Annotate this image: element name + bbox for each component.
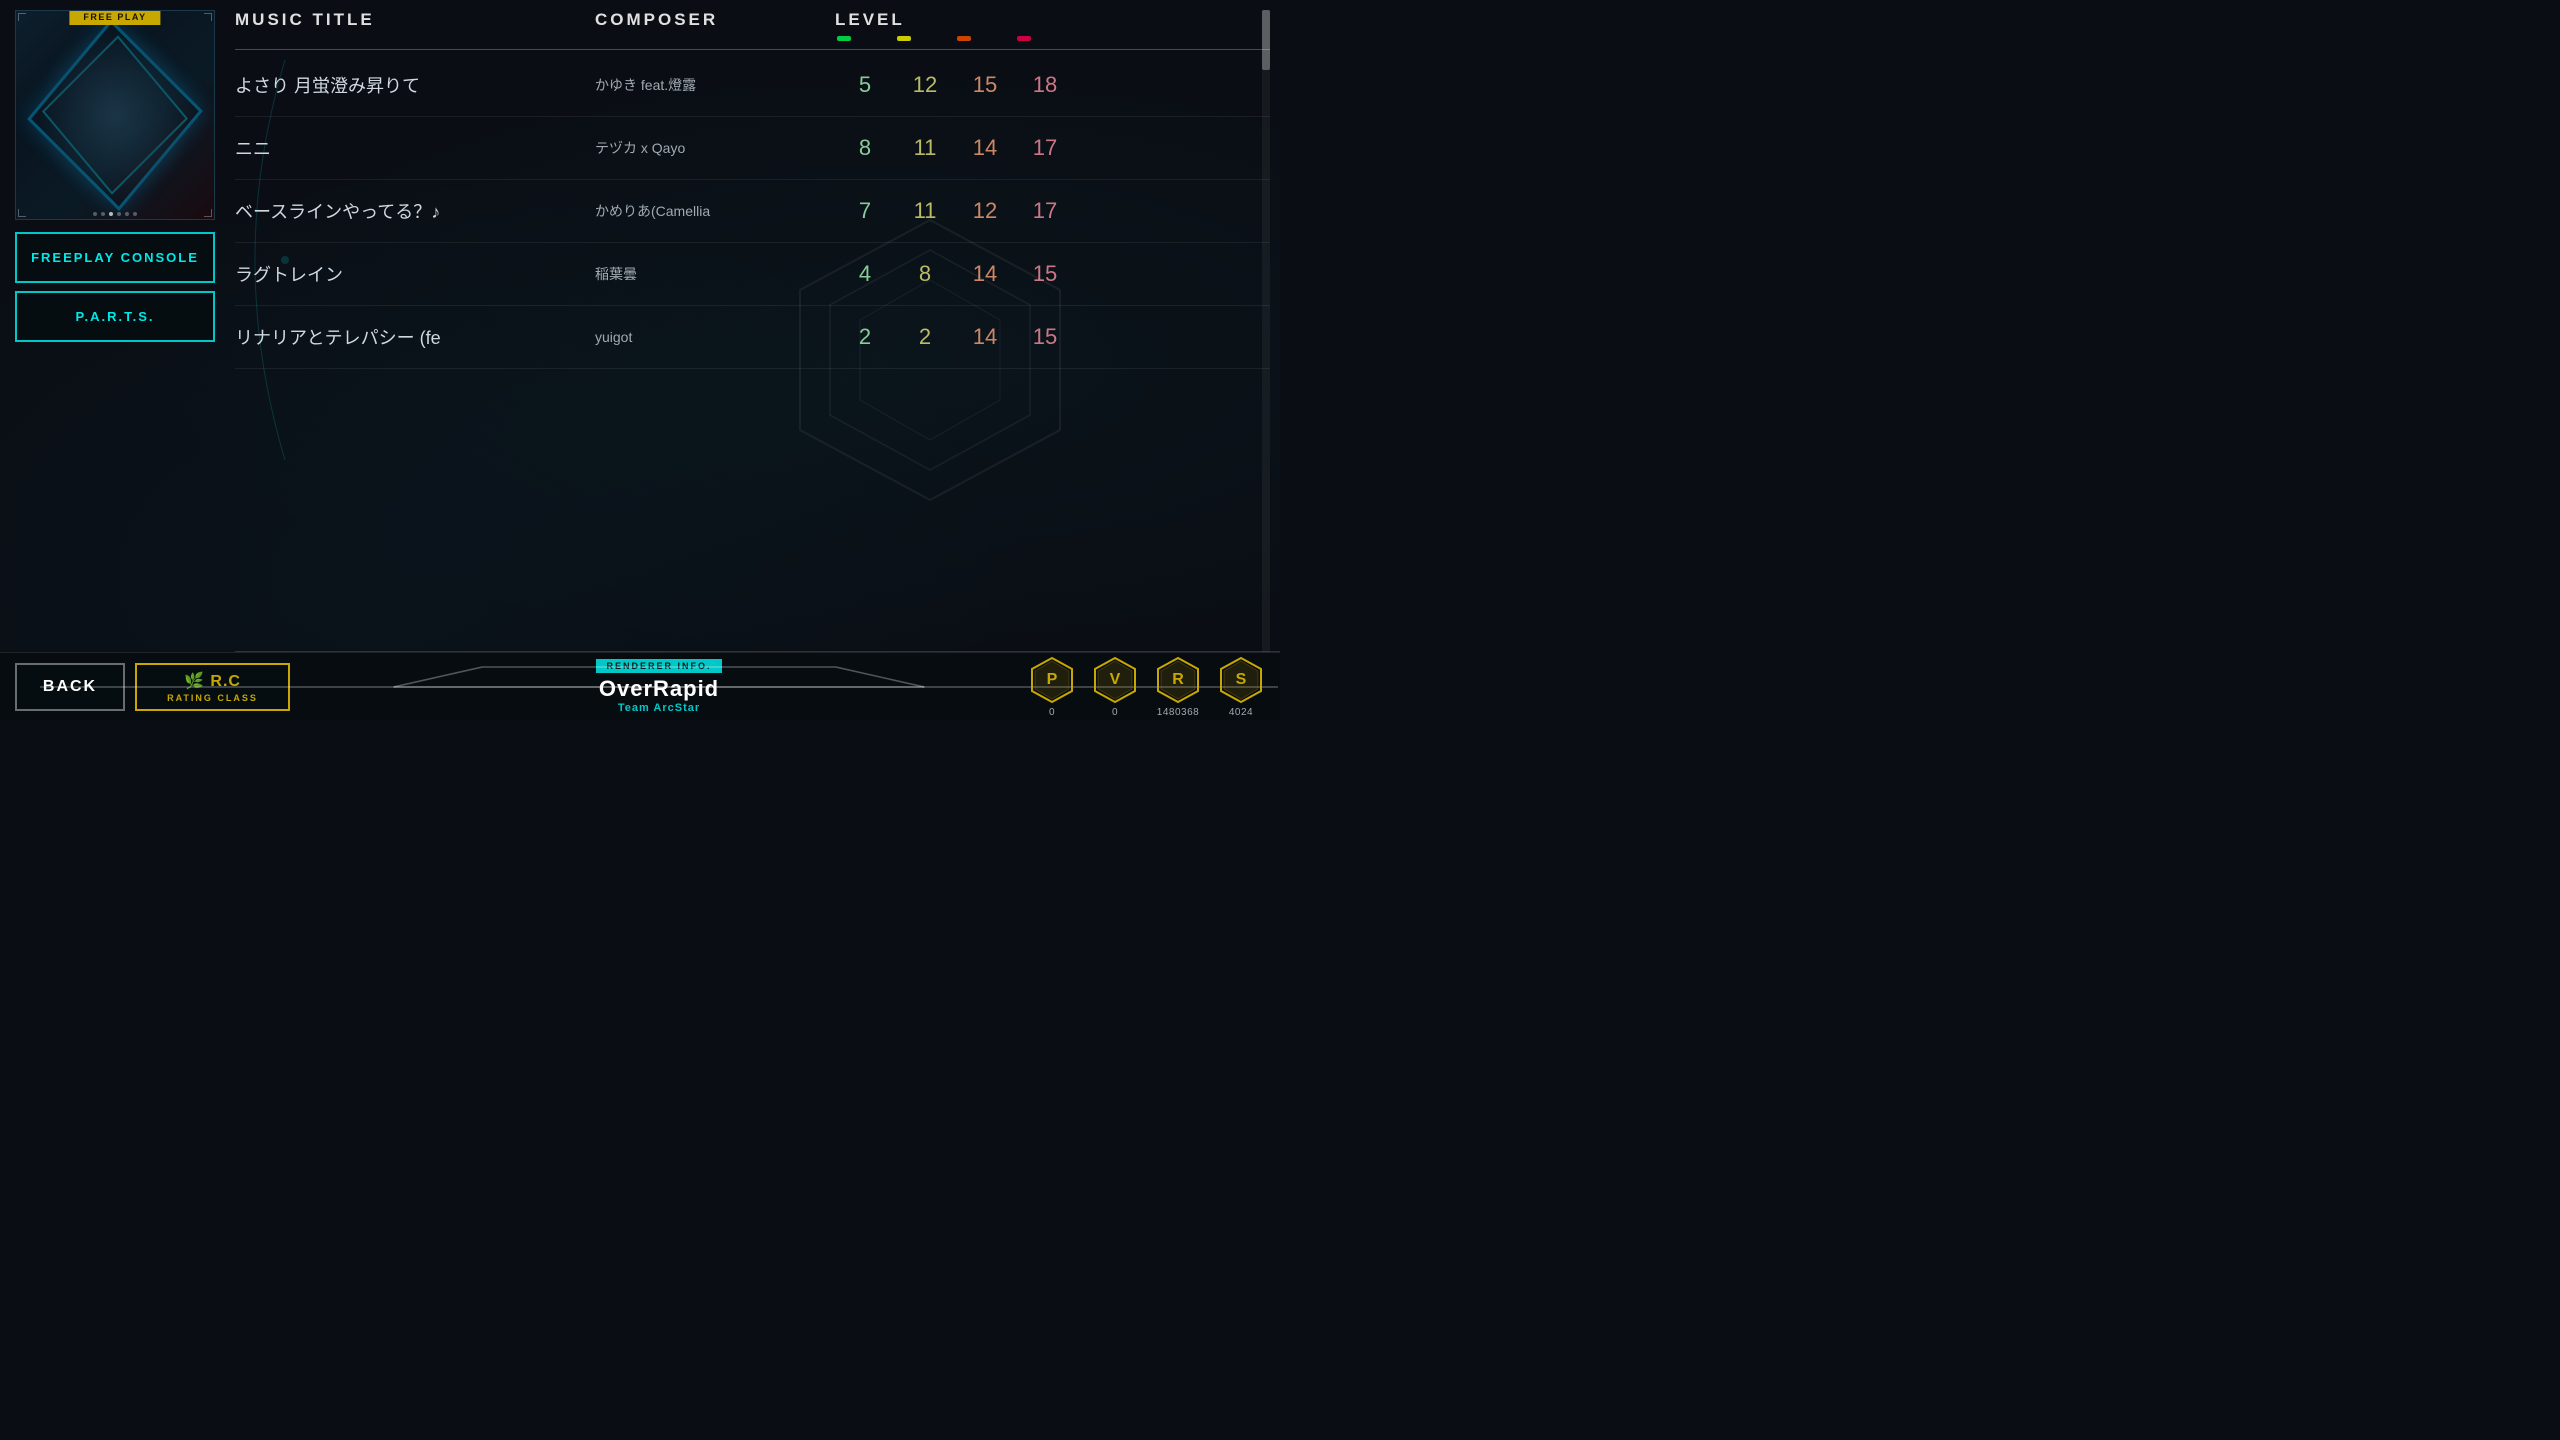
level-dot-extreme <box>1017 36 1031 41</box>
song-title: ベースラインやってる？♪ <box>235 198 595 224</box>
badge-letter: V <box>1110 671 1121 689</box>
song-rows-container: よさり 月蛍澄み昇りてかゆき feat.燈露5121518ニニテヅカ x Qay… <box>235 54 1270 369</box>
level-number: 14 <box>955 261 1015 287</box>
artwork-shape <box>27 19 203 211</box>
artwork-inner <box>16 11 214 219</box>
scrollbar-thumb[interactable] <box>1262 10 1270 70</box>
corner-bl <box>18 209 26 217</box>
level-number: 12 <box>955 198 1015 224</box>
scrollbar-track[interactable] <box>1262 10 1270 652</box>
dot <box>101 212 105 216</box>
song-row[interactable]: よさり 月蛍澄み昇りてかゆき feat.燈露5121518 <box>235 54 1270 117</box>
level-number: 15 <box>955 72 1015 98</box>
song-title: リナリアとテレパシー (fe <box>235 324 595 350</box>
level-number: 15 <box>1015 261 1075 287</box>
level-number: 2 <box>895 324 955 350</box>
level-dot-normal <box>897 36 911 41</box>
score-badge: V0 <box>1091 656 1139 718</box>
level-number: 18 <box>1015 72 1075 98</box>
score-badge: P0 <box>1028 656 1076 718</box>
level-number: 8 <box>835 135 895 161</box>
renderer-badge: RENDERER INFO. <box>596 659 721 673</box>
badge-value: 0 <box>1049 707 1055 718</box>
center-info: RENDERER INFO. OverRapid Team ArcStar <box>290 659 1028 714</box>
dot <box>125 212 129 216</box>
song-levels: 7111217 <box>835 198 1270 224</box>
rating-class-icon: 🌿 R.C <box>184 671 241 691</box>
level-dot-easy <box>837 36 851 41</box>
badge-value: 1480368 <box>1157 707 1199 718</box>
song-row[interactable]: ラグトレイン稲葉曇481415 <box>235 243 1270 306</box>
freeplay-badge: FREE PLAY <box>69 10 160 25</box>
song-title: よさり 月蛍澄み昇りて <box>235 72 595 98</box>
level-number: 11 <box>895 135 955 161</box>
score-badge: S 4024 <box>1217 656 1265 718</box>
song-title: ニニ <box>235 135 595 161</box>
rating-class-button[interactable]: 🌿 R.C RATING CLASS <box>135 663 290 711</box>
corner-br <box>204 209 212 217</box>
level-number: 5 <box>835 72 895 98</box>
song-composer: かゆき feat.燈露 <box>595 75 835 95</box>
level-number: 2 <box>835 324 895 350</box>
badge-value: 4024 <box>1229 707 1253 718</box>
score-badge: R 1480368 <box>1154 656 1202 718</box>
level-number: 17 <box>1015 135 1075 161</box>
badge-letter: P <box>1047 671 1058 689</box>
level-number: 12 <box>895 72 955 98</box>
song-list-panel: MUSIC TITLE COMPOSER LEVEL よさり 月蛍澄み昇りてかゆ… <box>235 10 1270 652</box>
song-title: ラグトレイン <box>235 261 595 287</box>
level-header-text: LEVEL <box>835 10 905 29</box>
badge-letter: R <box>1172 671 1184 689</box>
level-number: 17 <box>1015 198 1075 224</box>
badge-value: 0 <box>1112 707 1118 718</box>
artwork-dots <box>93 212 137 216</box>
dot <box>133 212 137 216</box>
music-title-header: MUSIC TITLE <box>235 10 595 30</box>
song-levels: 5121518 <box>835 72 1270 98</box>
badge-letter: S <box>1236 671 1247 689</box>
level-number: 14 <box>955 324 1015 350</box>
corner-tr <box>204 13 212 21</box>
dot <box>93 212 97 216</box>
song-composer: 稲葉曇 <box>595 264 835 284</box>
song-row[interactable]: ニニテヅカ x Qayo8111417 <box>235 117 1270 180</box>
badge-hexagon: R <box>1154 656 1202 704</box>
renderer-team: Team ArcStar <box>618 702 700 714</box>
left-panel: FREE PLAY FREEPLAY CONSOLE P.A.R.T.S. <box>15 10 220 342</box>
composer-header: COMPOSER <box>595 10 835 30</box>
column-headers: MUSIC TITLE COMPOSER LEVEL <box>235 10 1270 50</box>
level-number: 4 <box>835 261 895 287</box>
song-composer: テヅカ x Qayo <box>595 138 835 158</box>
rating-class-label: RATING CLASS <box>167 693 258 703</box>
dot <box>117 212 121 216</box>
level-number: 15 <box>1015 324 1075 350</box>
level-number: 11 <box>895 198 955 224</box>
song-row[interactable]: ベースラインやってる？♪かめりあ(Camellia7111217 <box>235 180 1270 243</box>
song-levels: 221415 <box>835 324 1270 350</box>
corner-tl <box>18 13 26 21</box>
bottom-bar: BACK 🌿 R.C RATING CLASS RENDERER INFO. O… <box>0 652 1280 720</box>
level-number: 8 <box>895 261 955 287</box>
badge-hexagon: S <box>1217 656 1265 704</box>
level-header: LEVEL <box>835 10 1270 41</box>
artwork-container: FREE PLAY <box>15 10 215 220</box>
back-button[interactable]: BACK <box>15 663 125 711</box>
level-indicators <box>835 36 1270 41</box>
badge-hexagon: P <box>1028 656 1076 704</box>
song-levels: 481415 <box>835 261 1270 287</box>
dot <box>109 212 113 216</box>
level-dot-hard <box>957 36 971 41</box>
song-composer: yuigot <box>595 329 835 345</box>
song-row[interactable]: リナリアとテレパシー (feyuigot221415 <box>235 306 1270 369</box>
badge-hexagon: V <box>1091 656 1139 704</box>
score-badges: P0V0R1480368S4024 <box>1028 656 1265 718</box>
renderer-name: OverRapid <box>599 676 719 702</box>
song-composer: かめりあ(Camellia <box>595 201 835 221</box>
freeplay-console-button[interactable]: FREEPLAY CONSOLE <box>15 232 215 283</box>
song-levels: 8111417 <box>835 135 1270 161</box>
level-number: 7 <box>835 198 895 224</box>
level-number: 14 <box>955 135 1015 161</box>
parts-button[interactable]: P.A.R.T.S. <box>15 291 215 342</box>
